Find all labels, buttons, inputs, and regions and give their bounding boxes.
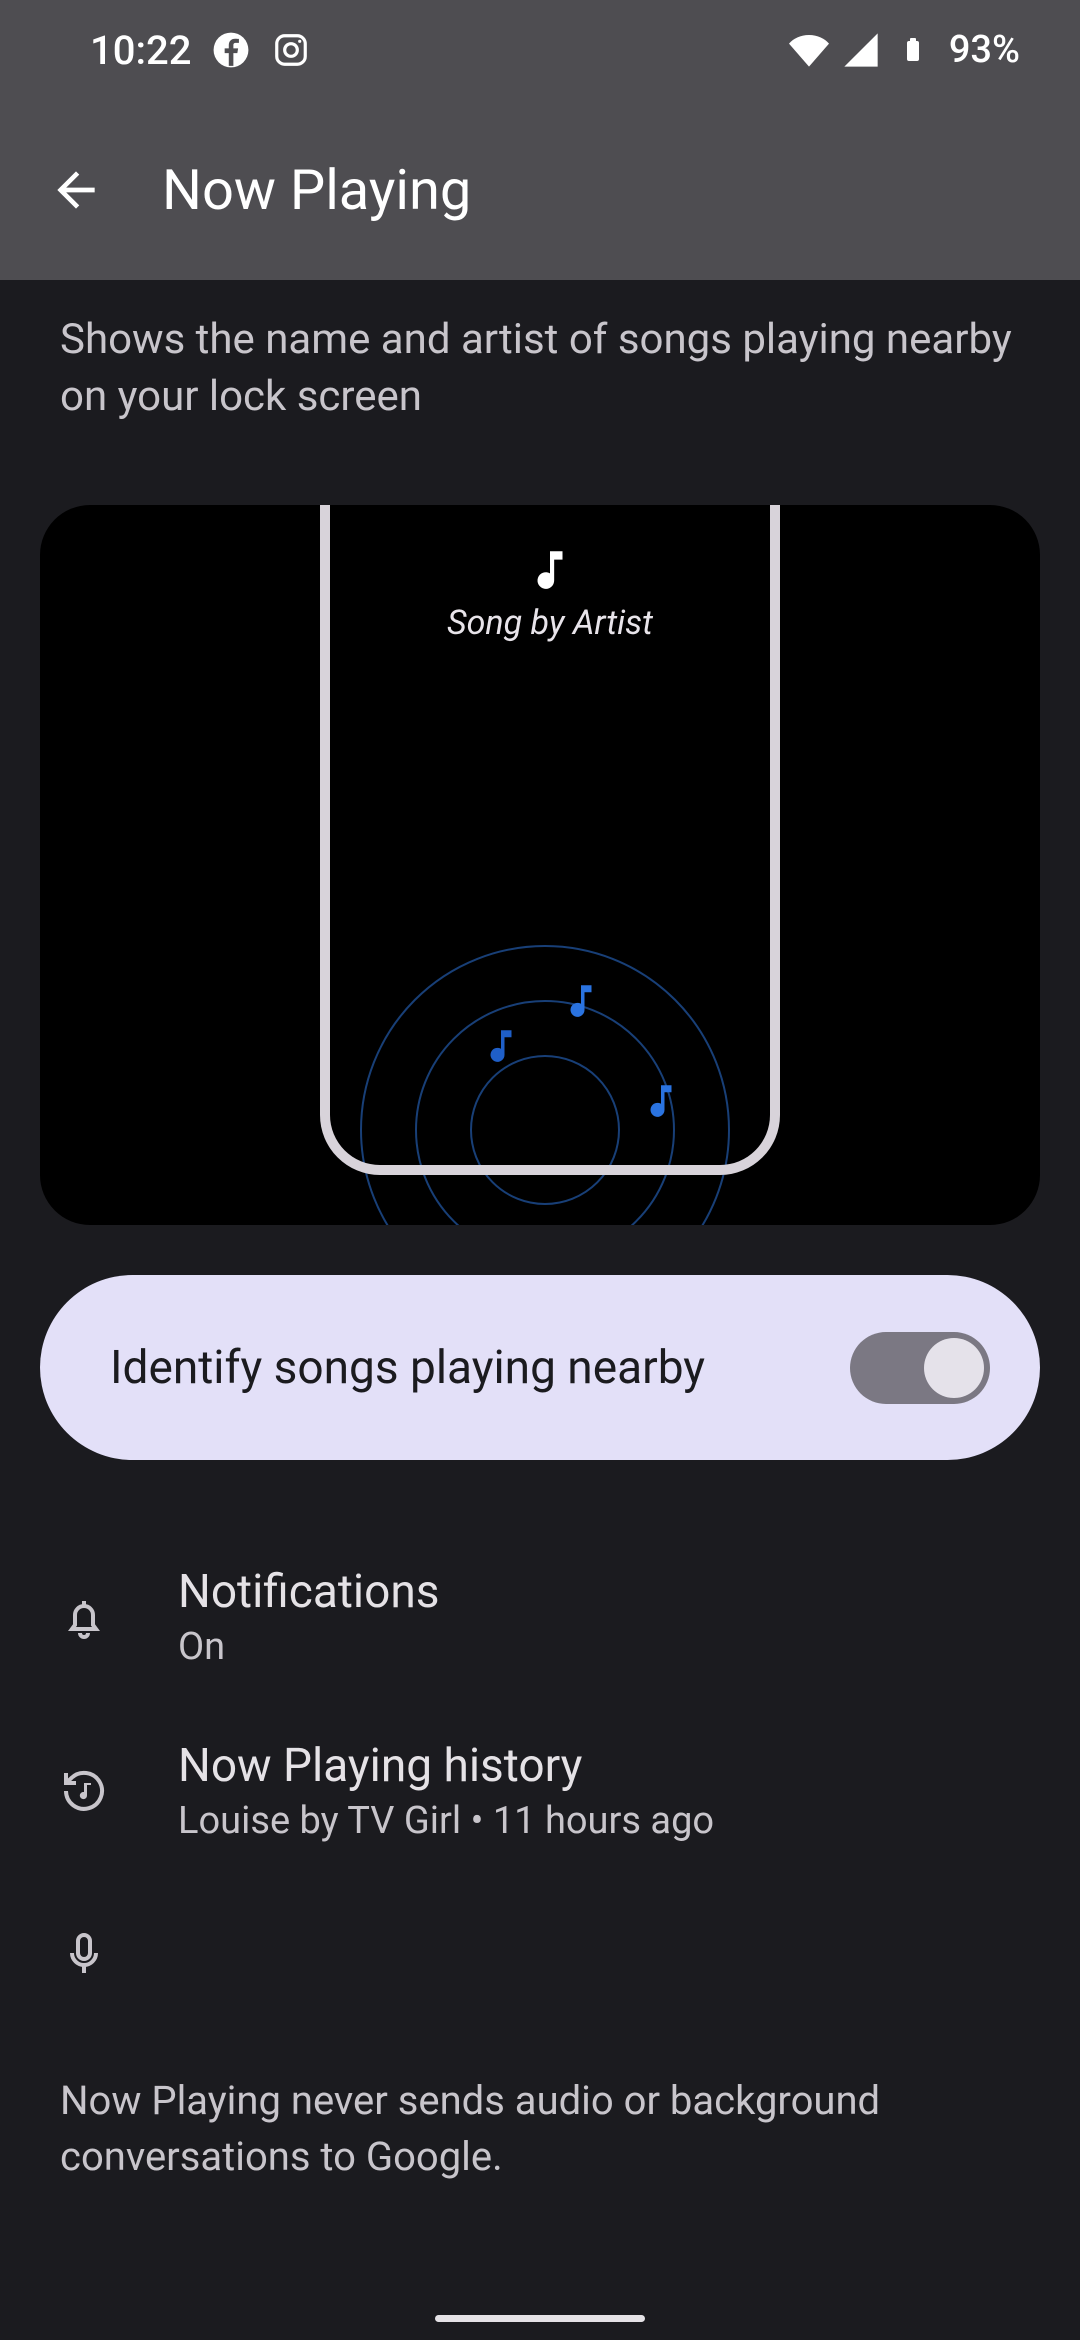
status-left: 10:22 <box>90 27 311 74</box>
content: Shows the name and artist of songs playi… <box>0 280 1080 2205</box>
list-body: Now Playing history Louise by TV Girl • … <box>178 1739 714 1843</box>
signal-icon <box>841 30 881 70</box>
illustration-song-label: Song by Artist <box>447 603 653 643</box>
page-title: Now Playing <box>162 157 471 223</box>
bell-icon <box>60 1593 108 1641</box>
nav-handle[interactable] <box>435 2315 645 2322</box>
list-subtitle: On <box>178 1625 440 1669</box>
microphone-icon <box>60 1929 108 1977</box>
phone-inner: Song by Artist <box>330 545 770 643</box>
instagram-icon <box>271 30 311 70</box>
toggle-thumb <box>924 1338 984 1398</box>
list-title: Now Playing history <box>178 1739 714 1793</box>
status-time: 10:22 <box>90 27 191 74</box>
now-playing-history-row[interactable]: Now Playing history Louise by TV Girl • … <box>0 1704 1080 1878</box>
battery-percentage: 93% <box>949 28 1020 72</box>
facebook-icon <box>211 30 251 70</box>
notifications-row[interactable]: Notifications On <box>0 1530 1080 1704</box>
toggle-switch[interactable] <box>850 1332 990 1404</box>
footer-note: Now Playing never sends audio or backgro… <box>0 2028 1080 2205</box>
arrow-back-icon <box>48 162 104 218</box>
page-description: Shows the name and artist of songs playi… <box>0 280 1080 445</box>
toggle-label: Identify songs playing nearby <box>110 1341 705 1395</box>
music-note-icon <box>560 980 602 1022</box>
illustration-card: Song by Artist <box>40 505 1040 1225</box>
status-bar: 10:22 93% <box>0 0 1080 100</box>
list-subtitle: Louise by TV Girl • 11 hours ago <box>178 1799 714 1843</box>
status-right: 93% <box>789 28 1020 72</box>
wifi-icon <box>789 30 829 70</box>
music-note-icon <box>525 545 575 595</box>
battery-icon <box>893 30 933 70</box>
identify-songs-toggle-row[interactable]: Identify songs playing nearby <box>40 1275 1040 1460</box>
list-body: Notifications On <box>178 1565 440 1669</box>
history-music-icon <box>60 1767 108 1815</box>
music-note-icon <box>480 1025 522 1067</box>
back-button[interactable] <box>40 154 112 226</box>
app-bar: Now Playing <box>0 100 1080 280</box>
mic-row[interactable] <box>0 1878 1080 2028</box>
phone-outline: Song by Artist <box>320 505 780 1175</box>
music-note-icon <box>640 1080 682 1122</box>
list-title: Notifications <box>178 1565 440 1619</box>
